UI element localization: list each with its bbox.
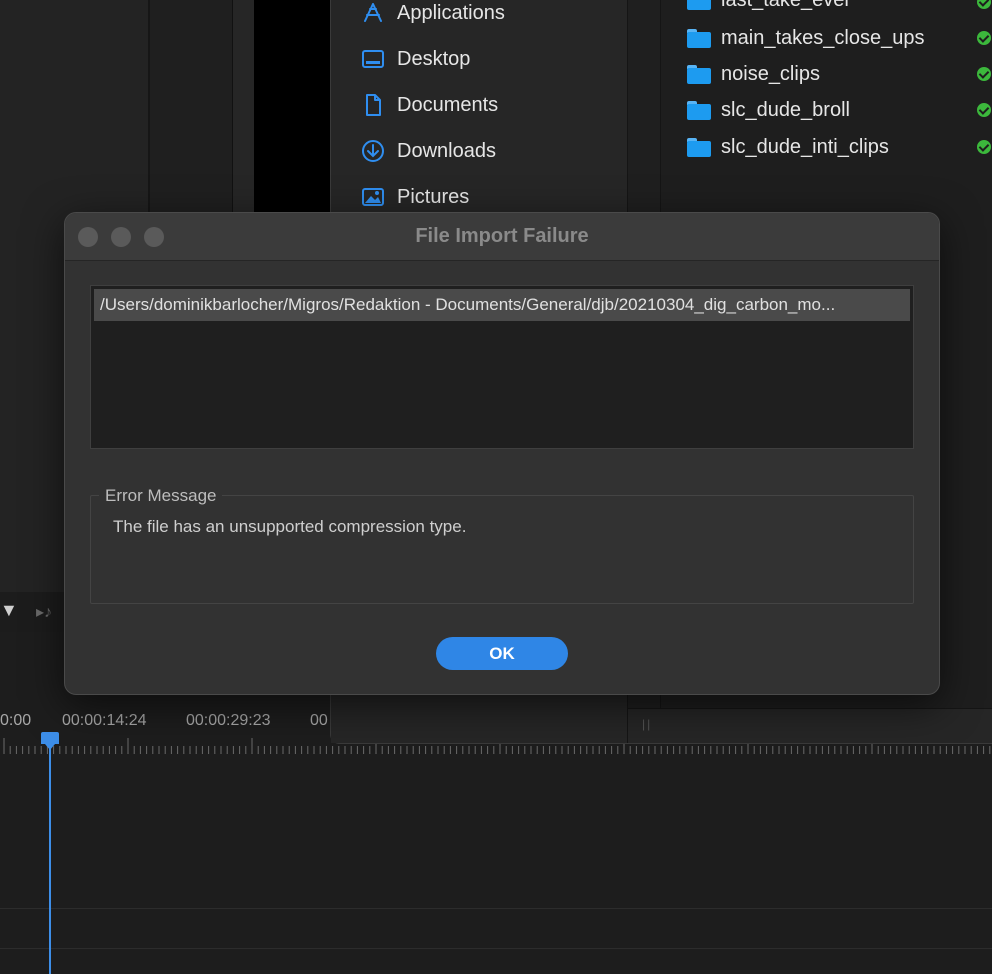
timecode-label: 0:00: [0, 712, 32, 729]
filter-icon[interactable]: ▼: [0, 600, 18, 621]
timecode-label: 00: [310, 712, 328, 729]
import-failure-dialog[interactable]: File Import Failure /Users/dominikbarloc…: [64, 212, 940, 695]
sidebar-item-pictures[interactable]: Pictures: [359, 182, 469, 212]
sidebar-item-label: Applications: [397, 1, 505, 24]
list-item[interactable]: noise_clips: [687, 59, 992, 89]
audio-icon[interactable]: ▸♪: [36, 602, 52, 622]
panel-divider: [232, 0, 255, 215]
sidebar-item-applications[interactable]: Applications: [359, 0, 505, 28]
list-item[interactable]: last_take_ever: [687, 0, 992, 15]
folder-icon: [687, 28, 711, 48]
failed-file-path[interactable]: /Users/dominikbarlocher/Migros/Redaktion…: [94, 289, 910, 321]
applications-icon: [359, 1, 387, 25]
program-monitor: [254, 0, 330, 215]
folder-name: slc_dude_inti_clips: [721, 135, 889, 158]
dialog-titlebar[interactable]: File Import Failure: [65, 213, 939, 261]
desktop-icon: [359, 47, 387, 71]
dialog-title: File Import Failure: [415, 225, 589, 247]
sidebar-item-label: Pictures: [397, 185, 470, 208]
track-divider: [0, 948, 992, 949]
folder-icon: [687, 64, 711, 84]
folder-name: main_takes_close_ups: [721, 26, 925, 49]
error-message-group: [90, 495, 914, 604]
playhead-handle[interactable]: [41, 732, 59, 750]
finder-status-bar: ||: [628, 708, 992, 743]
folder-icon: [687, 0, 711, 10]
document-icon: [359, 93, 387, 117]
folder-name: last_take_ever: [721, 0, 851, 12]
sidebar-item-downloads[interactable]: Downloads: [359, 136, 496, 166]
sidebar-item-label: Desktop: [397, 47, 471, 70]
error-message-legend: Error Message: [99, 486, 223, 506]
column-resize-handle-icon[interactable]: ||: [642, 717, 652, 731]
timecode-label: 00:00:29:23: [186, 712, 271, 729]
downloads-icon: [359, 139, 387, 163]
timecode-label: 00:00:14:24: [62, 712, 147, 729]
sidebar-item-label: Downloads: [397, 139, 496, 162]
playhead-line[interactable]: [49, 740, 51, 974]
sidebar-item-desktop[interactable]: Desktop: [359, 44, 470, 74]
track-divider: [0, 908, 992, 909]
list-item[interactable]: main_takes_close_ups: [687, 23, 992, 53]
source-panel: [150, 0, 232, 215]
error-message-text: The file has an unsupported compression …: [113, 517, 467, 536]
folder-name: slc_dude_broll: [721, 98, 850, 121]
sidebar-item-documents[interactable]: Documents: [359, 90, 498, 120]
folder-icon: [687, 100, 711, 120]
list-item[interactable]: slc_dude_broll: [687, 95, 992, 125]
synced-checkmark-icon: [977, 103, 991, 117]
synced-checkmark-icon: [977, 140, 991, 154]
folder-name: noise_clips: [721, 62, 820, 85]
failed-files-list[interactable]: /Users/dominikbarlocher/Migros/Redaktion…: [90, 285, 914, 449]
synced-checkmark-icon: [977, 31, 991, 45]
sidebar-item-label: Documents: [397, 93, 499, 116]
list-item[interactable]: slc_dude_inti_clips: [687, 132, 992, 162]
folder-icon: [687, 137, 711, 157]
synced-checkmark-icon: [977, 67, 991, 81]
pictures-icon: [359, 185, 387, 209]
ok-button[interactable]: OK: [436, 637, 568, 670]
